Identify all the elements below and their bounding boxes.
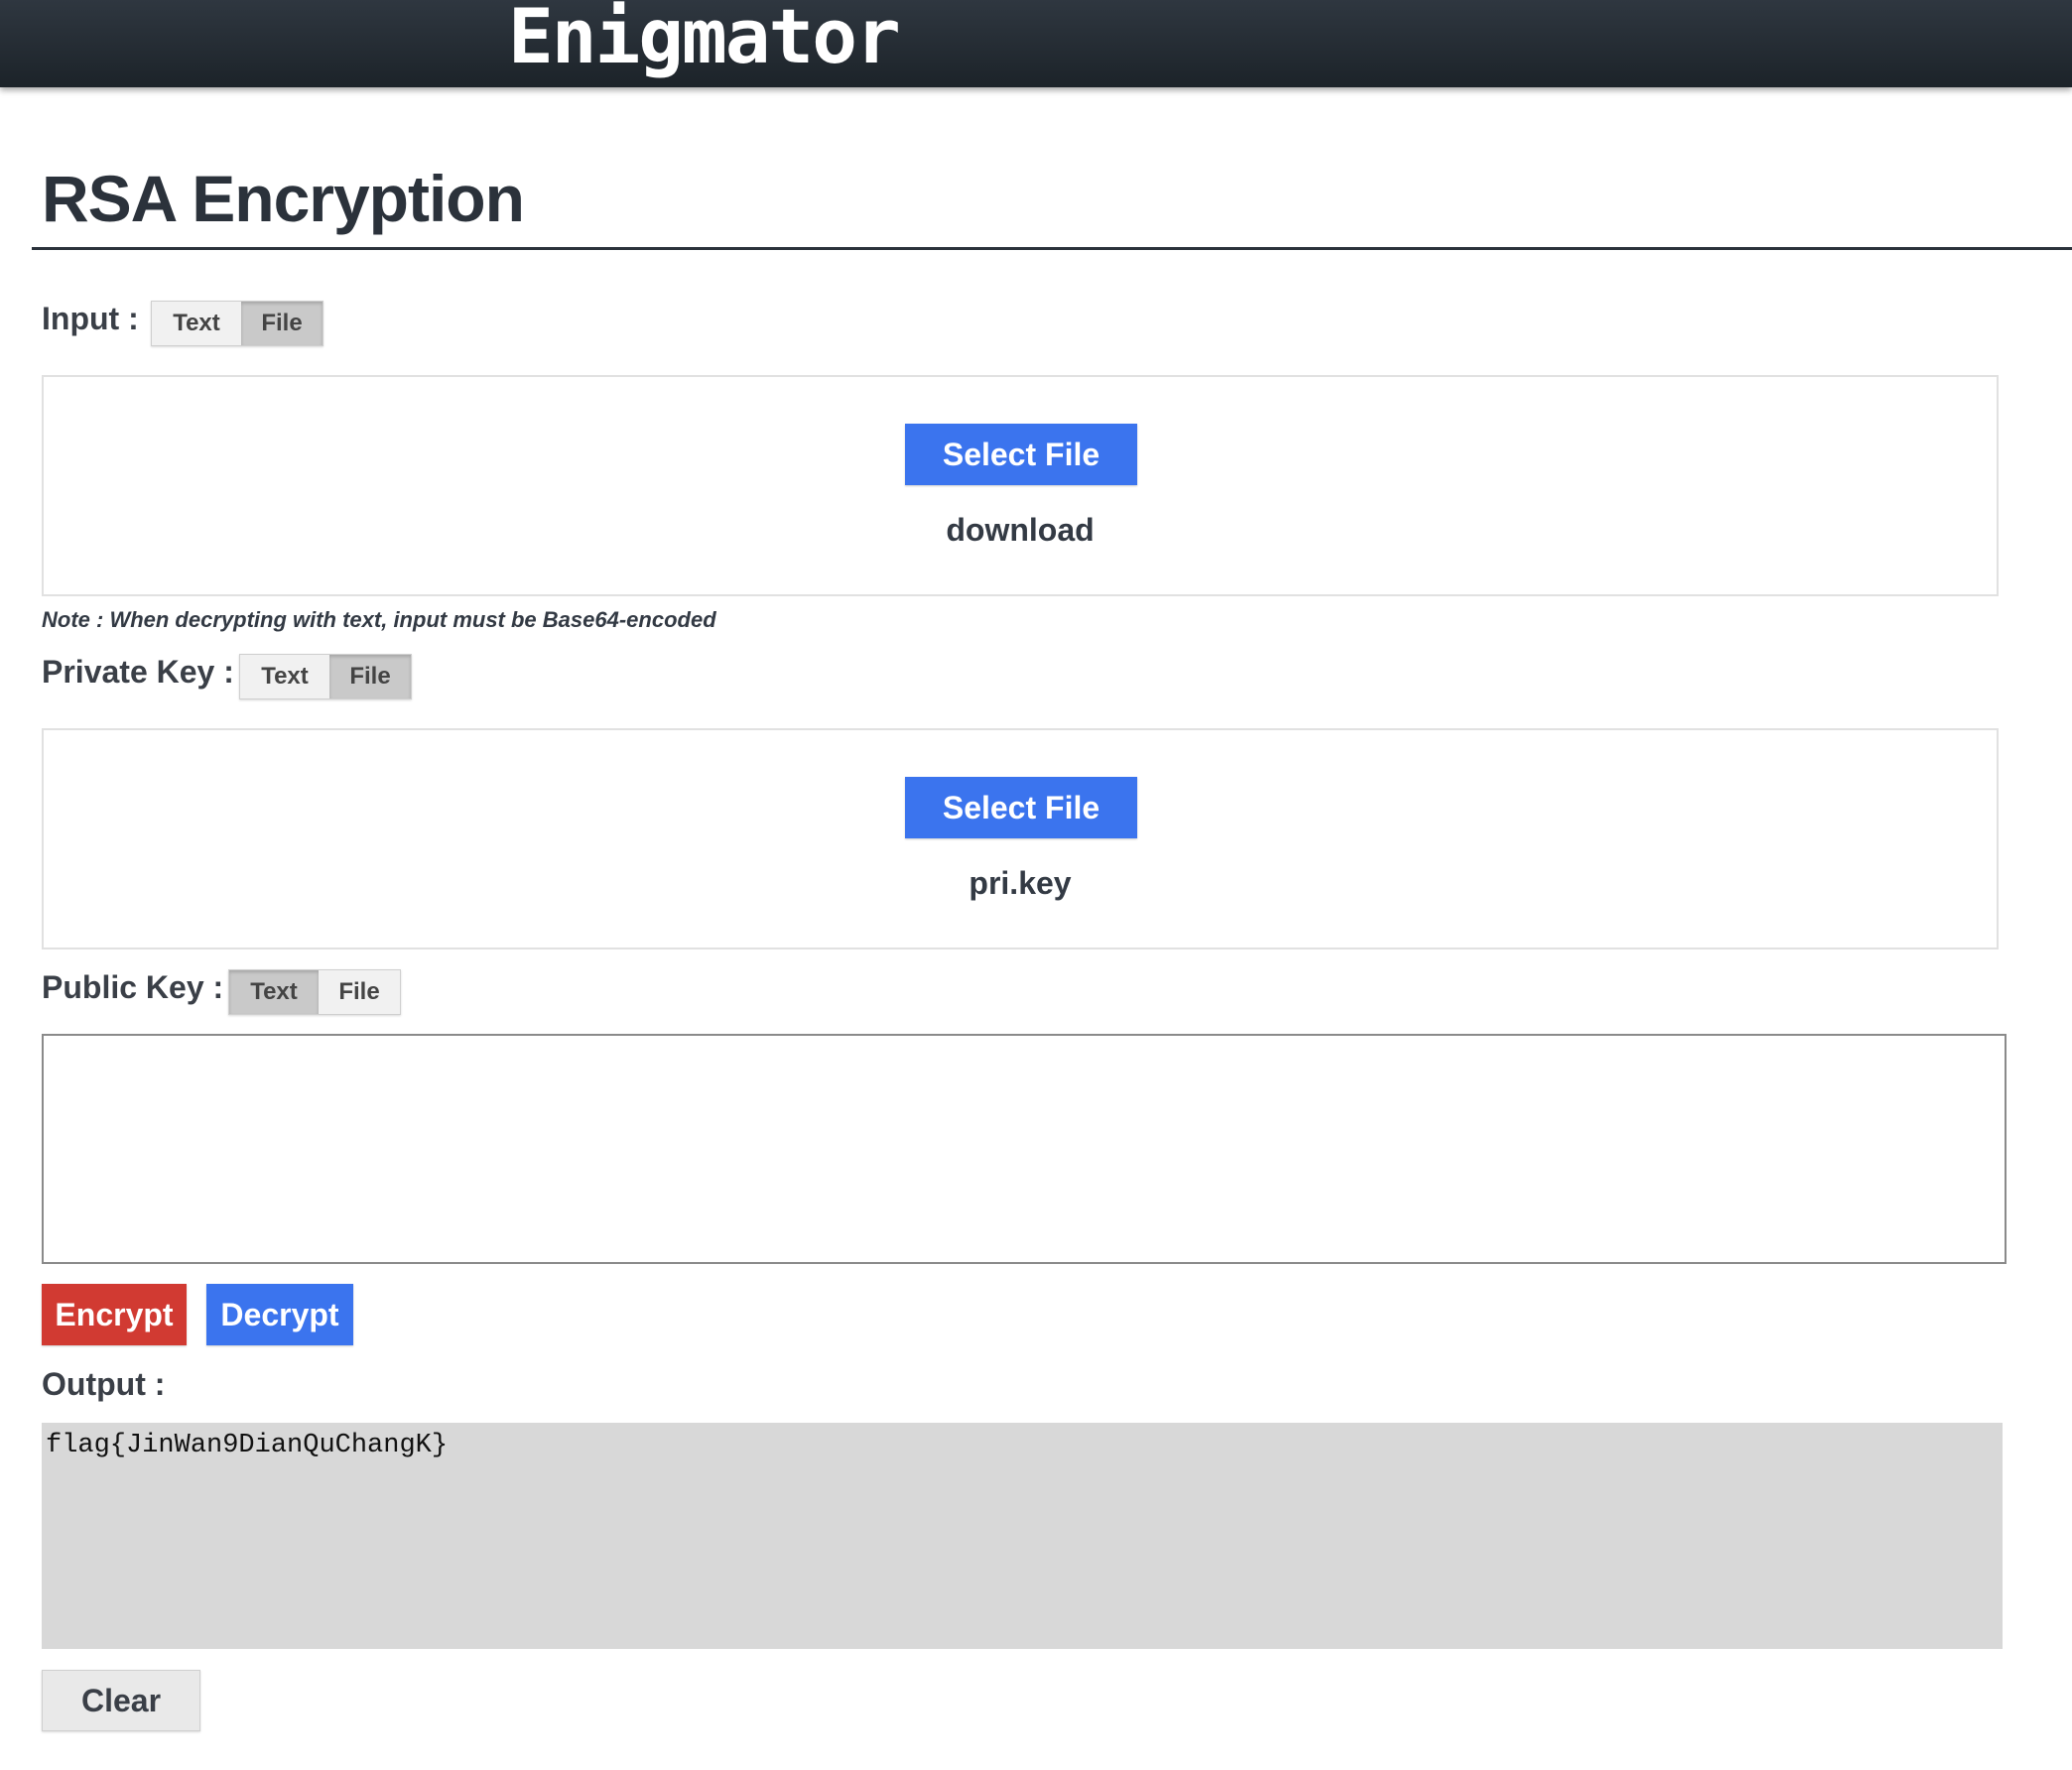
top-navbar: Enigmator	[0, 0, 2072, 87]
public-key-label: Public Key :	[42, 969, 224, 1005]
decrypt-button[interactable]: Decrypt	[206, 1284, 353, 1345]
input-label: Input :	[42, 301, 139, 336]
page-title: RSA Encryption	[42, 162, 525, 235]
public-key-textarea[interactable]	[42, 1034, 2007, 1264]
private-key-text-tab[interactable]: Text	[240, 655, 329, 698]
input-file-dropzone[interactable]: Select File download	[42, 375, 1999, 596]
input-file-name: download	[946, 512, 1095, 548]
encrypt-button[interactable]: Encrypt	[42, 1284, 187, 1345]
public-key-mode-toggle: Text File	[228, 969, 401, 1015]
output-label: Output :	[42, 1366, 166, 1402]
private-key-file-tab[interactable]: File	[329, 655, 411, 698]
input-mode-toggle: Text File	[151, 301, 324, 346]
input-select-file-button[interactable]: Select File	[905, 424, 1137, 485]
base64-note: Note : When decrypting with text, input …	[42, 607, 716, 632]
private-key-file-dropzone[interactable]: Select File pri.key	[42, 728, 1999, 949]
private-key-file-name: pri.key	[969, 865, 1072, 901]
private-key-mode-toggle: Text File	[239, 654, 412, 699]
brand-logo[interactable]: Enigmator	[508, 0, 901, 80]
private-key-select-file-button[interactable]: Select File	[905, 777, 1137, 838]
input-file-tab[interactable]: File	[241, 302, 323, 345]
public-key-file-tab[interactable]: File	[319, 970, 400, 1014]
clear-button[interactable]: Clear	[42, 1670, 200, 1731]
title-divider	[32, 247, 2072, 250]
private-key-label: Private Key :	[42, 654, 234, 690]
public-key-text-tab[interactable]: Text	[229, 970, 319, 1014]
input-text-tab[interactable]: Text	[152, 302, 241, 345]
output-textarea[interactable]: flag{JinWan9DianQuChangK}	[42, 1423, 2003, 1649]
